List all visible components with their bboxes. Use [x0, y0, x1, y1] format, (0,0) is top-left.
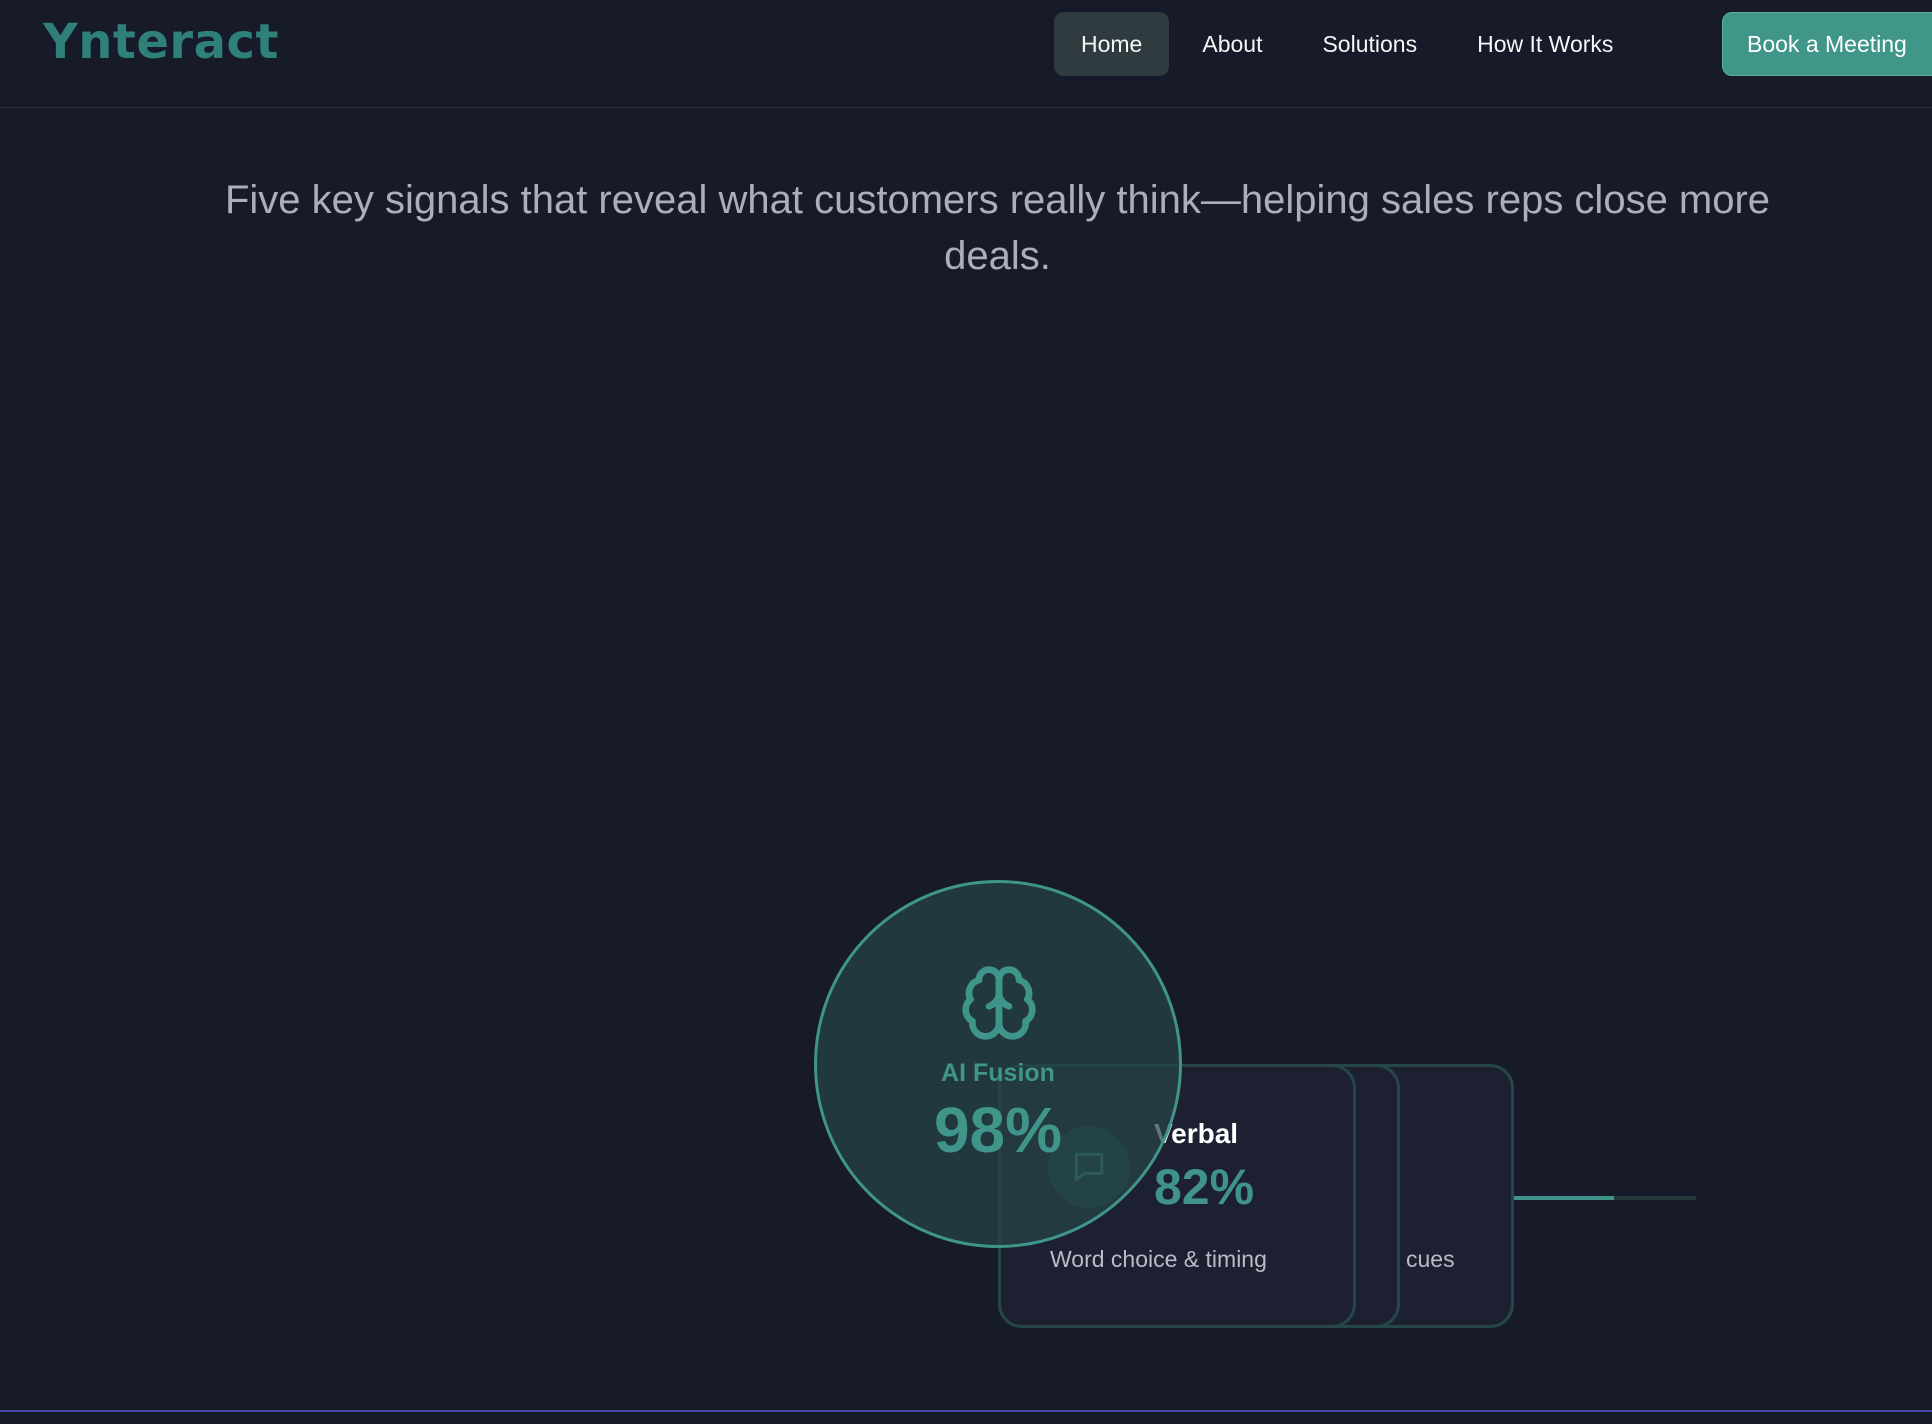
book-meeting-button[interactable]: Book a Meeting	[1722, 12, 1932, 76]
ai-fusion-value: 98%	[933, 1094, 1063, 1166]
signal-card-back-description: cues	[1406, 1246, 1455, 1272]
bottom-accent-line	[0, 1410, 1932, 1412]
nav-about[interactable]: About	[1175, 12, 1289, 76]
nav-how-it-works[interactable]: How It Works	[1450, 12, 1640, 76]
navbar: Ynteract Home About Solutions How It Wor…	[0, 0, 1932, 108]
signal-progress-fill	[1514, 1196, 1615, 1200]
nav-home[interactable]: Home	[1054, 12, 1170, 76]
logo[interactable]: Ynteract	[43, 14, 279, 70]
ai-fusion-circle[interactable]: AI Fusion 98%	[814, 880, 1182, 1248]
hero-subtitle: Five key signals that reveal what custom…	[224, 178, 1771, 278]
signal-progress-track	[1514, 1196, 1696, 1200]
nav-links: Home About Solutions How It Works	[1054, 12, 1646, 76]
signal-card-description: Word choice & timing	[1050, 1246, 1267, 1272]
nav-solutions[interactable]: Solutions	[1295, 12, 1444, 76]
ai-fusion-label: AI Fusion	[941, 1059, 1055, 1087]
brain-icon	[962, 966, 1036, 1040]
page: Ynteract Home About Solutions How It Wor…	[0, 0, 1932, 1424]
